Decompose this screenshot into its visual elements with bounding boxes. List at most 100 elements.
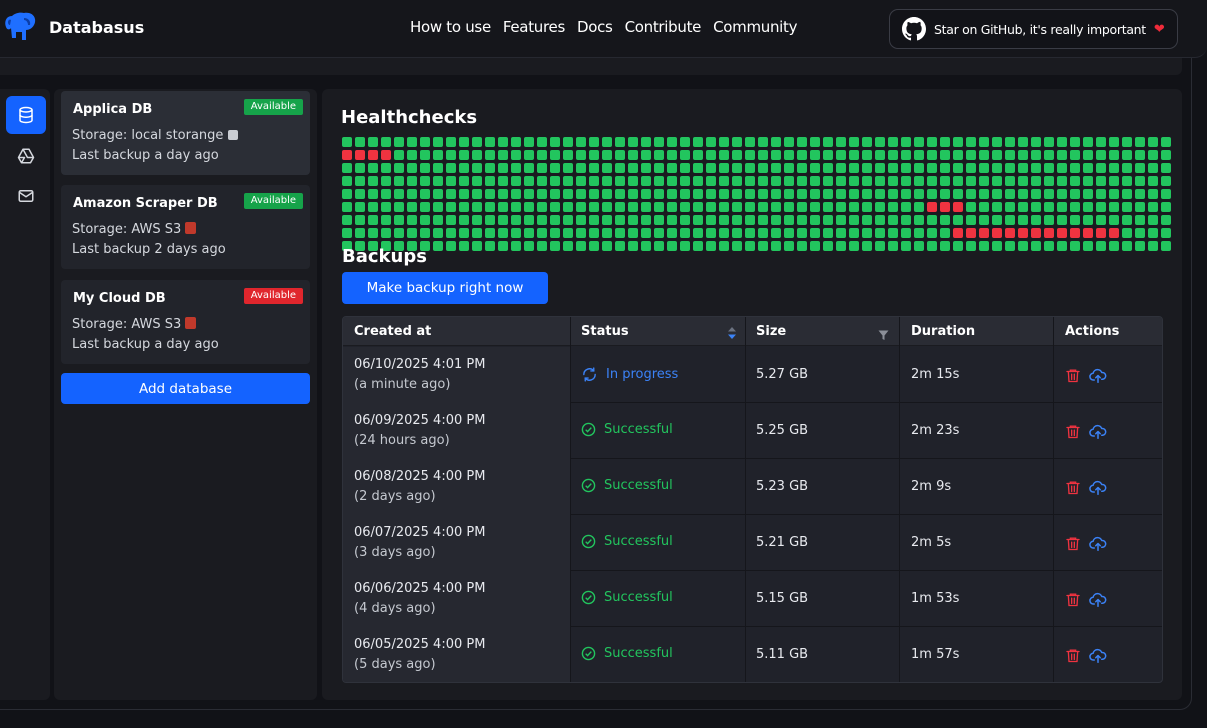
healthcheck-cell-ok[interactable] [498,137,508,147]
healthcheck-cell-failed[interactable] [1096,228,1106,238]
healthcheck-cell-ok[interactable] [875,150,885,160]
healthcheck-cell-ok[interactable] [732,189,742,199]
healthcheck-cell-ok[interactable] [1031,150,1041,160]
healthcheck-cell-ok[interactable] [914,137,924,147]
healthcheck-cell-ok[interactable] [979,150,989,160]
healthcheck-cell-ok[interactable] [1148,137,1158,147]
healthcheck-cell-ok[interactable] [524,150,534,160]
healthcheck-cell-ok[interactable] [875,189,885,199]
healthcheck-cell-ok[interactable] [888,215,898,225]
healthcheck-cell-ok[interactable] [745,241,755,251]
healthcheck-cell-ok[interactable] [745,176,755,186]
healthcheck-cell-ok[interactable] [511,176,521,186]
nav-link-docs[interactable]: Docs [577,18,613,36]
healthcheck-cell-ok[interactable] [1122,150,1132,160]
healthcheck-cell-ok[interactable] [797,150,807,160]
healthcheck-cell-ok[interactable] [810,215,820,225]
healthcheck-cell-ok[interactable] [1044,189,1054,199]
healthcheck-cell-ok[interactable] [368,163,378,173]
healthcheck-cell-ok[interactable] [1031,241,1041,251]
healthcheck-cell-ok[interactable] [680,215,690,225]
healthcheck-cell-ok[interactable] [667,137,677,147]
healthcheck-cell-ok[interactable] [992,150,1002,160]
healthcheck-cell-ok[interactable] [342,215,352,225]
healthcheck-cell-ok[interactable] [797,202,807,212]
healthcheck-cell-ok[interactable] [784,202,794,212]
healthcheck-cell-ok[interactable] [810,163,820,173]
healthcheck-cell-ok[interactable] [966,137,976,147]
healthcheck-cell-ok[interactable] [550,202,560,212]
healthcheck-cell-ok[interactable] [550,241,560,251]
healthcheck-cell-ok[interactable] [1096,215,1106,225]
healthcheck-cell-ok[interactable] [498,163,508,173]
healthcheck-cell-ok[interactable] [459,189,469,199]
healthcheck-cell-ok[interactable] [953,241,963,251]
healthcheck-cell-ok[interactable] [979,241,989,251]
healthcheck-cell-ok[interactable] [641,150,651,160]
nav-link-features[interactable]: Features [503,18,565,36]
healthcheck-cell-ok[interactable] [459,176,469,186]
healthcheck-cell-ok[interactable] [1161,150,1171,160]
healthcheck-cell-ok[interactable] [1070,137,1080,147]
healthcheck-cell-failed[interactable] [927,202,937,212]
healthcheck-cell-ok[interactable] [472,215,482,225]
healthcheck-cell-ok[interactable] [810,202,820,212]
healthcheck-cell-ok[interactable] [537,137,547,147]
healthcheck-cell-ok[interactable] [628,176,638,186]
healthcheck-cell-ok[interactable] [563,202,573,212]
healthcheck-cell-ok[interactable] [407,176,417,186]
healthcheck-cell-ok[interactable] [693,228,703,238]
healthcheck-cell-ok[interactable] [667,215,677,225]
healthcheck-cell-ok[interactable] [836,137,846,147]
healthcheck-cell-ok[interactable] [836,202,846,212]
healthcheck-cell-ok[interactable] [1122,137,1132,147]
healthcheck-cell-ok[interactable] [667,150,677,160]
healthcheck-cell-ok[interactable] [914,202,924,212]
healthcheck-cell-ok[interactable] [589,202,599,212]
healthcheck-cell-ok[interactable] [524,241,534,251]
healthcheck-cell-ok[interactable] [1135,150,1145,160]
healthcheck-cell-ok[interactable] [654,176,664,186]
healthcheck-cell-ok[interactable] [1135,202,1145,212]
healthcheck-cell-ok[interactable] [732,176,742,186]
healthcheck-cell-ok[interactable] [836,163,846,173]
healthcheck-cell-ok[interactable] [1135,215,1145,225]
healthcheck-cell-ok[interactable] [589,137,599,147]
healthcheck-cell-ok[interactable] [836,215,846,225]
healthcheck-cell-ok[interactable] [862,189,872,199]
healthcheck-cell-ok[interactable] [836,241,846,251]
healthcheck-cell-ok[interactable] [784,163,794,173]
cloud-upload-icon[interactable] [1089,422,1107,440]
healthcheck-cell-ok[interactable] [602,228,612,238]
healthcheck-cell-ok[interactable] [693,202,703,212]
healthcheck-cell-ok[interactable] [1161,241,1171,251]
healthcheck-cell-ok[interactable] [420,150,430,160]
healthcheck-cell-ok[interactable] [914,215,924,225]
healthcheck-cell-ok[interactable] [1070,202,1080,212]
healthcheck-cell-ok[interactable] [1148,241,1158,251]
healthcheck-cell-ok[interactable] [576,163,586,173]
healthcheck-cell-ok[interactable] [706,189,716,199]
healthcheck-cell-ok[interactable] [628,189,638,199]
healthcheck-cell-ok[interactable] [784,189,794,199]
healthcheck-cell-ok[interactable] [550,228,560,238]
healthcheck-cell-ok[interactable] [901,150,911,160]
cloud-upload-icon[interactable] [1089,534,1107,552]
healthcheck-cell-ok[interactable] [446,241,456,251]
healthcheck-cell-ok[interactable] [797,176,807,186]
healthcheck-cell-ok[interactable] [446,150,456,160]
healthcheck-cell-ok[interactable] [550,189,560,199]
healthcheck-cell-ok[interactable] [1083,215,1093,225]
healthcheck-cell-ok[interactable] [1096,241,1106,251]
healthcheck-cell-ok[interactable] [1096,163,1106,173]
healthcheck-cell-ok[interactable] [992,241,1002,251]
healthcheck-cell-ok[interactable] [875,241,885,251]
healthcheck-cell-failed[interactable] [992,228,1002,238]
healthcheck-cell-ok[interactable] [1018,202,1028,212]
healthcheck-cell-ok[interactable] [927,241,937,251]
healthcheck-cell-ok[interactable] [901,189,911,199]
healthcheck-cell-ok[interactable] [758,189,768,199]
healthcheck-cell-ok[interactable] [1070,189,1080,199]
healthcheck-cell-ok[interactable] [459,150,469,160]
healthcheck-cell-ok[interactable] [641,189,651,199]
